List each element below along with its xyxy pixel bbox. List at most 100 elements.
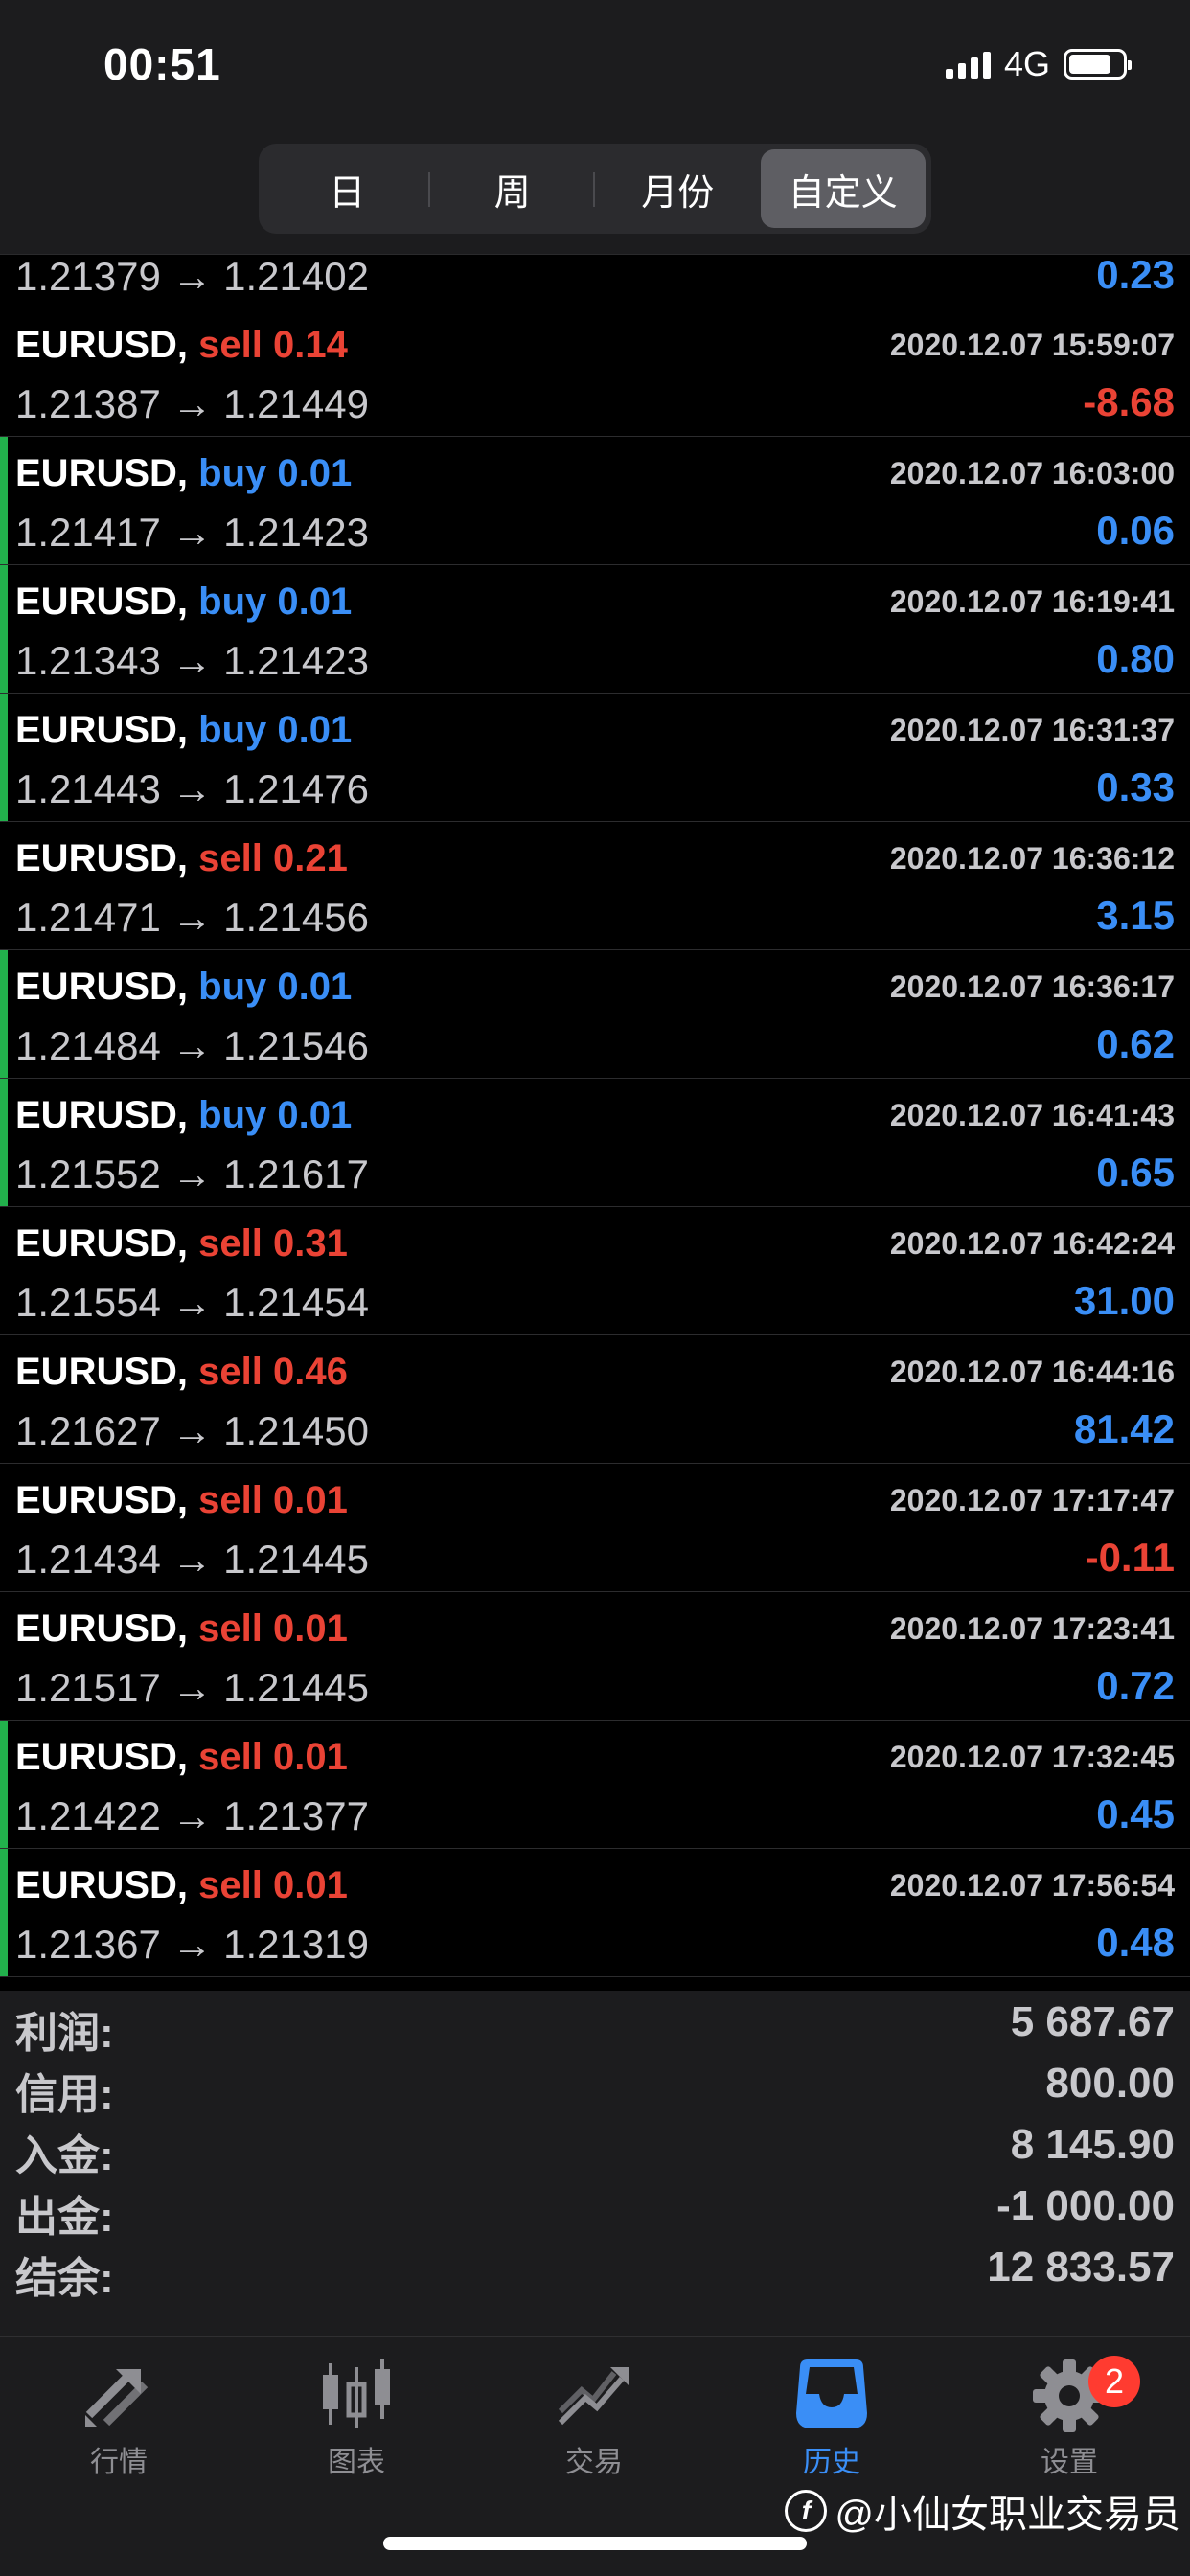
header: 00:51 4G 日 周 月份 自定义 [0,0,1190,255]
tab-chart[interactable]: 图表 [238,2356,475,2490]
signal-icon [945,50,991,79]
trade-volume: 0.01 [273,1607,348,1650]
trade-direction: buy [198,581,267,623]
tab-quotes[interactable]: 行情 [0,2356,238,2490]
list-item[interactable]: EURUSD, sell 0.14 2020.12.07 15:59:07 1.21… [0,308,1190,437]
trade-direction: buy [198,452,267,494]
notification-badge: 2 [1088,2356,1140,2407]
trade-title: EURUSD, sell 0.01 [15,1736,348,1779]
trade-prices: 1.21387 → 1.21449 [15,381,369,426]
list-item[interactable]: EURUSD, buy 0.01 2020.12.07 16:19:41 1.213… [0,565,1190,694]
trade-direction: sell [198,1479,263,1521]
trade-title: EURUSD, sell 0.31 [15,1222,348,1265]
summary-label: 入金: [15,2132,114,2179]
trade-title: EURUSD, sell 0.46 [15,1351,348,1394]
trade-prices: 1.21422 → 1.21377 [15,1793,369,1838]
trade-direction: sell [198,1736,263,1778]
status-time: 00:51 [103,39,221,89]
trade-prices: 1.21471 → 1.21456 [15,895,369,940]
tab-trade[interactable]: 交易 [475,2356,713,2490]
trade-symbol: EURUSD, [15,324,189,366]
watermark-text: @小仙女职业交易员 [835,2494,1180,2536]
trade-direction: buy [198,966,267,1008]
trade-profit: 0.23 [1096,252,1175,297]
list-item[interactable]: EURUSD, sell 0.01 2020.12.07 17:17:47 1.21… [0,1464,1190,1592]
list-item[interactable]: EURUSD, buy 0.01 2020.12.07 16:31:37 1.214… [0,694,1190,822]
period-selector: 日 周 月份 自定义 [259,144,931,234]
tab-label: 交易 [565,2447,623,2478]
list-item[interactable]: EURUSD, buy 0.01 2020.12.07 16:36:17 1.214… [0,950,1190,1079]
trade-time: 2020.12.07 16:41:43 [889,1098,1175,1132]
period-tab-day[interactable]: 日 [264,149,430,228]
trade-time: 2020.12.07 16:44:16 [889,1355,1175,1389]
list-item[interactable]: EURUSD, sell 0.01 2020.12.07 17:32:45 1.21… [0,1721,1190,1849]
trade-profit: 0.33 [1096,764,1175,809]
summary-value: 12 833.57 [987,2244,1175,2291]
trade-symbol: EURUSD, [15,709,189,751]
trade-title: EURUSD, sell 0.01 [15,1864,348,1907]
summary-value: 800.00 [1045,2060,1175,2107]
list-item-partial[interactable]: 1.21379 → 1.21402 0.23 [0,252,1190,308]
trade-symbol: EURUSD, [15,966,189,1008]
trade-volume: 0.01 [277,452,353,494]
summary-value: 5 687.67 [1010,1998,1175,2045]
trade-volume: 0.01 [273,1479,348,1521]
list-item[interactable]: EURUSD, buy 0.01 2020.12.07 16:03:00 1.214… [0,437,1190,565]
trade-time: 2020.12.07 16:31:37 [889,713,1175,747]
trade-direction: sell [198,1222,263,1265]
trade-volume: 0.01 [277,1094,353,1136]
trade-direction: sell [198,1607,263,1650]
trade-prices: 1.21434 → 1.21445 [15,1537,369,1582]
summary-value: 8 145.90 [1010,2121,1175,2168]
trade-volume: 0.01 [273,1864,348,1906]
tab-history[interactable]: 历史 [713,2356,950,2490]
list-item[interactable]: EURUSD, sell 0.21 2020.12.07 16:36:12 1.21… [0,822,1190,950]
list-item[interactable]: EURUSD, sell 0.01 2020.12.07 17:23:41 1.21… [0,1592,1190,1721]
trade-symbol: EURUSD, [15,1222,189,1265]
trade-volume: 0.01 [277,709,353,751]
tab-settings[interactable]: 2 设置 [950,2356,1188,2490]
home-indicator[interactable] [383,2537,807,2550]
trade-profit: 0.72 [1096,1663,1175,1708]
trade-symbol: EURUSD, [15,1864,189,1906]
trade-prices: 1.21517 → 1.21445 [15,1665,369,1710]
summary-label: 信用: [15,2071,114,2118]
tab-label: 历史 [803,2447,860,2478]
trade-prices: 1.21379 → 1.21402 [15,254,369,299]
summary-row: 利润: 5 687.67 [0,1991,1190,2057]
summary-label: 利润: [15,2010,114,2057]
trade-title: EURUSD, sell 0.14 [15,324,348,367]
trade-prices: 1.21552 → 1.21617 [15,1151,369,1197]
summary-label: 出金: [15,2194,114,2241]
trade-profit: 0.80 [1096,636,1175,681]
trade-direction: sell [198,837,263,879]
trade-volume: 0.01 [277,966,353,1008]
period-tab-month[interactable]: 月份 [595,149,761,228]
trade-time: 2020.12.07 16:42:24 [889,1226,1175,1261]
trade-symbol: EURUSD, [15,1479,189,1521]
trade-time: 2020.12.07 17:17:47 [889,1483,1175,1517]
trade-direction: sell [198,1351,263,1393]
trade-prices: 1.21627 → 1.21450 [15,1408,369,1453]
trade-prices: 1.21554 → 1.21454 [15,1280,369,1325]
trade-symbol: EURUSD, [15,837,189,879]
trade-volume: 0.46 [273,1351,348,1393]
history-list: 1.21379 → 1.21402 0.23 EURUSD, sell 0.14… [0,252,1190,1977]
trade-title: EURUSD, buy 0.01 [15,709,352,752]
trade-title: EURUSD, sell 0.01 [15,1607,348,1651]
period-tab-custom[interactable]: 自定义 [760,149,926,228]
trade-profit: 0.62 [1096,1021,1175,1066]
trade-prices: 1.21367 → 1.21319 [15,1922,369,1967]
list-item[interactable]: EURUSD, sell 0.46 2020.12.07 16:44:16 1.21… [0,1335,1190,1464]
trade-symbol: EURUSD, [15,1607,189,1650]
trade-symbol: EURUSD, [15,452,189,494]
list-item[interactable]: EURUSD, sell 0.01 2020.12.07 17:56:54 1.21… [0,1849,1190,1977]
candlestick-chart-icon [323,2359,390,2428]
list-item[interactable]: EURUSD, sell 0.31 2020.12.07 16:42:24 1.21… [0,1207,1190,1335]
trade-time: 2020.12.07 17:32:45 [889,1740,1175,1774]
list-item[interactable]: EURUSD, buy 0.01 2020.12.07 16:41:43 1.215… [0,1079,1190,1207]
period-tab-week[interactable]: 周 [430,149,596,228]
trade-profit: 81.42 [1073,1406,1175,1451]
weibo-logo-icon: f [785,2490,828,2532]
status-indicators: 4G [945,44,1132,84]
